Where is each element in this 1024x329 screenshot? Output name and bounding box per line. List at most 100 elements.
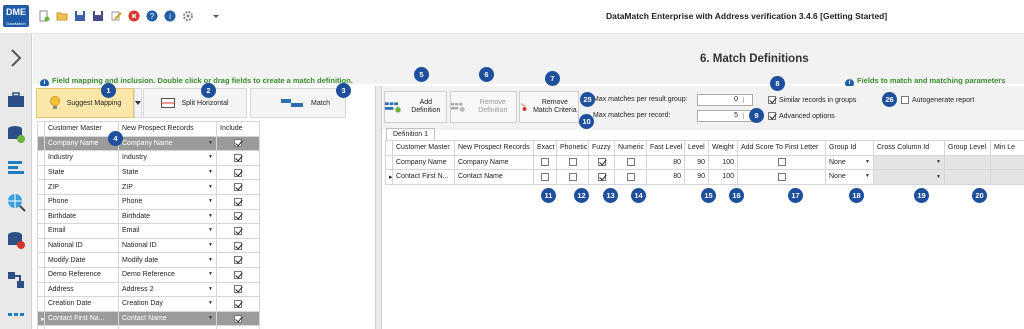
new-prospect-cell[interactable]: Industry ▼ — [118, 150, 217, 166]
table-row[interactable]: Demo Reference Demo Reference ▼ — [37, 266, 260, 283]
checkbox[interactable] — [234, 197, 242, 206]
exact-cell[interactable] — [533, 169, 557, 185]
new-prospect-cell[interactable]: Creation Day ▼ — [118, 296, 217, 312]
include-cell[interactable] — [216, 252, 260, 268]
row-selector[interactable] — [37, 164, 45, 181]
new-prospect-cell[interactable]: Demo Reference ▼ — [118, 266, 217, 283]
first-letter-cell[interactable] — [737, 169, 826, 185]
column-header[interactable]: Add Score To First Letter — [737, 140, 826, 156]
table-row[interactable]: Creation Date Creation Day ▼ — [37, 296, 260, 312]
group-level-cell[interactable] — [944, 169, 991, 185]
column-header[interactable]: Level — [684, 140, 709, 156]
group-id-cell[interactable]: None ▼ — [825, 169, 874, 185]
new-prospect-cell[interactable]: Contact Name — [454, 169, 534, 185]
new-prospect-cell[interactable]: Email ▼ — [118, 223, 217, 239]
save-as-icon[interactable] — [92, 10, 104, 22]
chevron-down-icon[interactable]: ▼ — [208, 271, 213, 277]
row-selector[interactable] — [37, 296, 45, 312]
chevron-down-icon[interactable]: ▼ — [208, 154, 213, 160]
max-matches-record-spinner[interactable]: 5 — [697, 110, 753, 122]
phonetic-cell[interactable] — [556, 169, 589, 185]
new-prospect-cell[interactable]: Modify date ▼ — [118, 252, 217, 268]
table-row[interactable]: ZIP ZIP ▼ — [37, 179, 260, 195]
column-header-new-prospect-records[interactable]: New Prospect Records — [118, 121, 217, 137]
close-icon[interactable] — [128, 10, 140, 22]
new-prospect-cell[interactable]: State ▼ — [118, 164, 217, 181]
min-level-cell[interactable] — [990, 154, 1024, 171]
similar-records-checkbox[interactable]: Similar records in groups — [768, 96, 856, 104]
row-selector[interactable] — [37, 223, 45, 239]
checkbox-box[interactable] — [768, 112, 776, 120]
edit-icon[interactable] — [110, 10, 122, 22]
checkbox[interactable] — [541, 158, 549, 167]
new-prospect-cell[interactable]: ZIP ▼ — [118, 179, 217, 195]
table-row[interactable]: Address Address 2 ▼ — [37, 281, 260, 298]
fast-cell[interactable]: 80 — [646, 154, 685, 171]
row-selector[interactable]: ▸ — [37, 310, 45, 327]
open-folder-icon[interactable] — [56, 10, 68, 22]
column-header[interactable]: Group Id — [825, 140, 874, 156]
column-header[interactable]: Fast Level — [646, 140, 685, 156]
column-header[interactable]: Cross Column Id — [873, 140, 945, 156]
row-selector[interactable] — [385, 154, 393, 171]
expand-chevron-icon[interactable] — [6, 48, 26, 68]
chevron-down-icon[interactable]: ▼ — [208, 257, 213, 263]
fast-cell[interactable]: 80 — [646, 169, 685, 185]
phonetic-cell[interactable] — [556, 154, 589, 171]
match-button[interactable]: Match — [250, 88, 346, 118]
tab-definition-1[interactable]: Definition 1 — [386, 128, 436, 140]
chevron-down-icon[interactable]: ▼ — [208, 286, 213, 292]
customer-master-cell[interactable]: Creation Date — [44, 296, 119, 312]
export-grid-icon[interactable] — [6, 308, 26, 328]
table-row[interactable]: Email Email ▼ — [37, 223, 260, 239]
split-horizontal-button[interactable]: Split Horizontal — [143, 88, 247, 118]
fuzzy-cell[interactable] — [588, 154, 615, 171]
include-cell[interactable] — [216, 150, 260, 166]
checkbox[interactable] — [234, 270, 242, 279]
checkbox-box[interactable] — [901, 96, 909, 104]
checkbox[interactable] — [234, 139, 242, 148]
chevron-down-icon[interactable]: ▼ — [208, 184, 213, 190]
row-selector[interactable] — [37, 135, 45, 152]
checkbox[interactable] — [568, 158, 577, 167]
exact-cell[interactable] — [533, 154, 557, 171]
checkbox-box[interactable] — [768, 96, 776, 104]
table-row[interactable]: Company Name Company Name ▼ — [37, 135, 260, 152]
checkbox[interactable] — [234, 285, 242, 294]
chevron-down-icon[interactable]: ▼ — [208, 315, 213, 321]
database-add-icon[interactable] — [6, 124, 26, 144]
save-icon[interactable] — [74, 10, 86, 22]
include-cell[interactable] — [216, 208, 260, 225]
table-row[interactable]: Birthdate Birthdate ▼ — [37, 208, 260, 225]
group-id-cell[interactable]: None ▼ — [825, 154, 874, 171]
advanced-options-checkbox[interactable]: Advanced options — [768, 112, 835, 120]
new-prospect-cell[interactable]: Company Name — [454, 154, 534, 171]
customer-master-cell[interactable]: Industry — [44, 150, 119, 166]
cross-column-id-cell[interactable]: ▼ — [873, 169, 945, 185]
min-level-cell[interactable] — [990, 169, 1024, 185]
weight-cell[interactable]: 100 — [708, 154, 738, 171]
column-header-customer-master[interactable]: Customer Master — [44, 121, 119, 137]
help-icon[interactable]: ? — [146, 10, 158, 22]
row-selector[interactable] — [37, 193, 45, 210]
chevron-down-icon[interactable]: ▼ — [865, 159, 870, 165]
include-cell[interactable] — [216, 310, 260, 327]
new-file-icon[interactable] — [38, 10, 50, 22]
customer-master-cell[interactable]: Phone — [44, 193, 119, 210]
include-cell[interactable] — [216, 193, 260, 210]
customer-master-cell[interactable]: Modify Date — [44, 252, 119, 268]
column-header[interactable]: Numeric — [614, 140, 647, 156]
new-prospect-cell[interactable]: Company Name ▼ — [118, 135, 217, 152]
table-row[interactable]: Industry Industry ▼ — [37, 150, 260, 166]
add-definition-button[interactable]: Add Definition — [384, 91, 447, 123]
chevron-down-icon[interactable]: ▼ — [865, 173, 870, 179]
match-database-icon[interactable] — [6, 230, 26, 250]
new-prospect-cell[interactable]: Birthdate ▼ — [118, 208, 217, 225]
customer-master-cell[interactable]: State — [44, 164, 119, 181]
remove-definition-button[interactable]: Remove Definition — [450, 91, 517, 123]
checkbox[interactable] — [234, 314, 242, 323]
customer-master-cell[interactable]: Address — [44, 281, 119, 298]
checkbox[interactable] — [234, 183, 242, 192]
column-header[interactable]: Phonetic — [556, 140, 589, 156]
row-selector[interactable]: ▸ — [385, 169, 393, 185]
